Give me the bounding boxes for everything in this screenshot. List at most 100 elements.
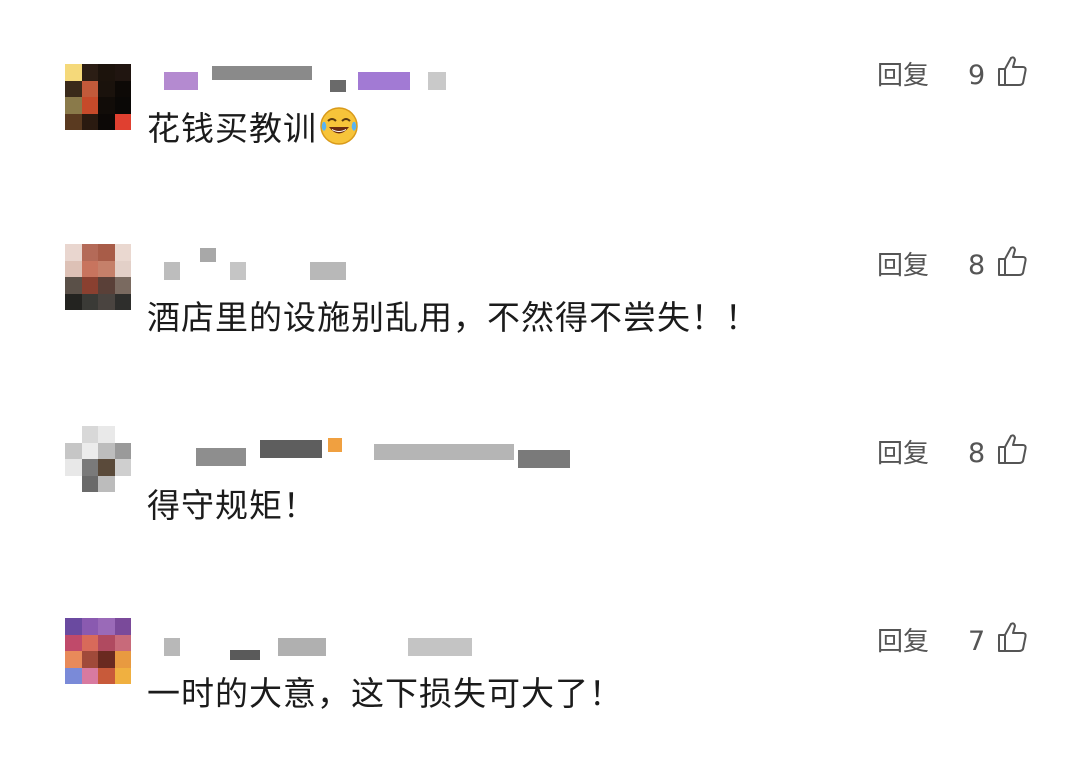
comment-item: 得守规矩！ 回复 8 [0,426,1080,562]
avatar-pixel [114,651,131,668]
username-blur-block [212,66,312,80]
avatar-pixel [65,244,82,261]
avatar-pixel [81,634,98,651]
username-blur-block [408,638,472,656]
avatar[interactable] [65,618,131,684]
username-blur-block [164,262,180,280]
username-blur-block [374,444,514,460]
comment-text: 得守规矩！ [147,484,317,528]
avatar-pixel [98,618,115,635]
reply-button[interactable]: 回复 [877,58,929,94]
avatar-pixel [114,64,131,81]
avatar-pixel [114,634,131,651]
avatar-pixel [65,475,82,492]
avatar[interactable] [65,244,131,310]
avatar-pixel [114,442,131,459]
avatar-pixel [98,475,115,492]
username-blur-block [164,72,198,90]
username-blur-block [358,72,410,90]
username-blur-block [200,248,216,262]
avatar-pixel [81,64,98,81]
avatar-pixel [98,293,115,310]
tears-of-joy-emoji [320,107,358,145]
username-blur-block [230,262,246,280]
avatar-pixel [81,651,98,668]
avatar-pixel [98,442,115,459]
avatar-pixel [65,293,82,310]
avatar-pixel [65,64,82,81]
reply-button[interactable]: 回复 [877,248,929,284]
avatar-pixel [65,667,82,684]
avatar-pixel [114,475,131,492]
comment-text: 一时的大意，这下损失可大了！ [147,672,623,716]
avatar-pixel [114,459,131,476]
avatar-pixel [65,634,82,651]
avatar-pixel [98,651,115,668]
thumbs-up-icon[interactable] [996,620,1028,654]
username-blurred[interactable] [160,632,630,660]
username-blur-block [196,448,246,466]
thumbs-up-icon[interactable] [996,432,1028,466]
avatar-pixel [114,618,131,635]
avatar-pixel [98,426,115,443]
comment-text-content: 酒店里的设施别乱用，不然得不尝失！！ [147,298,759,337]
avatar-pixel [98,667,115,684]
avatar[interactable] [65,426,131,492]
avatar-pixel [65,113,82,130]
avatar-pixel [65,459,82,476]
avatar-pixel [98,459,115,476]
username-blur-block [164,638,180,656]
avatar-pixel [65,426,82,443]
avatar-pixel [81,277,98,294]
avatar-pixel [81,260,98,277]
username-blurred[interactable] [160,66,630,94]
avatar-pixel [114,80,131,97]
avatar-pixel [81,293,98,310]
avatar-pixel [98,277,115,294]
username-blur-block [330,80,346,92]
avatar-pixel [98,64,115,81]
like-count: 9 [968,60,986,91]
like-count: 7 [968,626,986,657]
avatar-pixel [65,277,82,294]
avatar-pixel [98,80,115,97]
reply-button[interactable]: 回复 [877,436,929,472]
comment-text: 酒店里的设施别乱用，不然得不尝失！！ [147,296,759,340]
avatar-pixel [81,459,98,476]
username-blurred[interactable] [160,438,630,472]
thumbs-up-icon[interactable] [996,54,1028,88]
avatar-pixel [114,277,131,294]
avatar-pixel [65,442,82,459]
avatar-pixel [114,244,131,261]
avatar[interactable] [65,64,131,130]
avatar-pixel [65,80,82,97]
avatar-pixel [114,667,131,684]
comment-text: 花钱买教训 [147,106,359,151]
avatar-pixel [114,260,131,277]
comment-text-content: 一时的大意，这下损失可大了！ [147,674,623,713]
avatar-pixel [114,293,131,310]
username-blur-block [278,638,326,656]
avatar-pixel [98,244,115,261]
avatar-pixel [81,244,98,261]
thumbs-up-icon[interactable] [996,244,1028,278]
avatar-pixel [65,618,82,635]
username-blur-block [428,72,446,90]
comment-item: 酒店里的设施别乱用，不然得不尝失！！ 回复 8 [0,244,1080,374]
avatar-pixel [98,113,115,130]
avatar-pixel [81,80,98,97]
comment-item: 一时的大意，这下损失可大了！ 回复 7 [0,618,1080,750]
avatar-pixel [98,260,115,277]
username-blurred[interactable] [160,248,630,284]
avatar-pixel [81,426,98,443]
like-count: 8 [968,250,986,281]
avatar-pixel [81,475,98,492]
username-blur-block [408,262,456,280]
avatar-pixel [81,113,98,130]
username-blur-block [328,438,342,452]
avatar-pixel [65,651,82,668]
reply-button[interactable]: 回复 [877,624,929,660]
avatar-pixel [81,442,98,459]
avatar-pixel [114,426,131,443]
comment-text-content: 花钱买教训 [147,109,317,148]
